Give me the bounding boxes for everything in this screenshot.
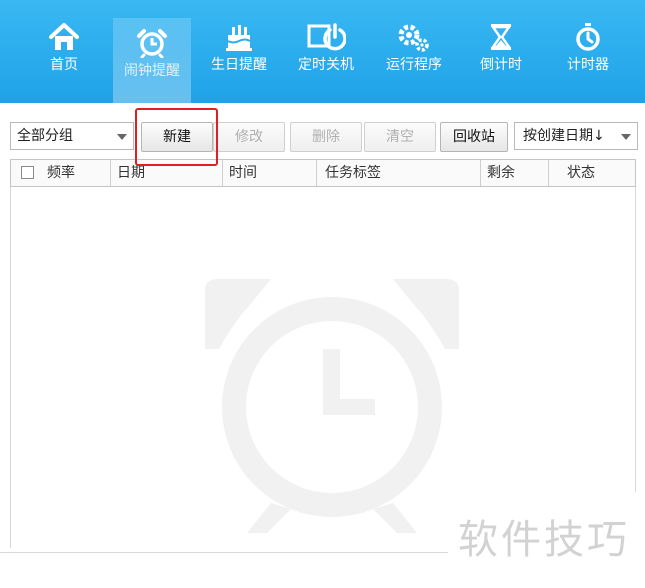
- nav-shutdown[interactable]: 定时关机: [287, 22, 365, 102]
- nav-run-program[interactable]: 运行程序: [375, 22, 453, 102]
- highlight-box-new-button: [135, 108, 218, 166]
- nav-shutdown-label: 定时关机: [298, 57, 354, 73]
- nav-home[interactable]: 首页: [25, 22, 103, 102]
- col-frequency[interactable]: 频率: [11, 160, 111, 186]
- nav-countdown-label: 倒计时: [480, 57, 522, 73]
- nav-countdown[interactable]: 倒计时: [462, 22, 540, 102]
- home-icon: [49, 23, 79, 50]
- nav-timer[interactable]: 计时器: [549, 22, 627, 102]
- delete-button[interactable]: 删除: [290, 122, 362, 152]
- group-select-value: 全部分组: [17, 128, 73, 144]
- col-status[interactable]: 状态: [549, 160, 635, 186]
- alarm-clock-watermark-icon: [205, 279, 459, 533]
- nav-alarm-label: 闹钟提醒: [124, 63, 180, 79]
- nav-run-program-label: 运行程序: [386, 57, 442, 73]
- chevron-down-icon: [117, 134, 127, 140]
- recycle-bin-button[interactable]: 回收站: [440, 122, 508, 152]
- nav-home-label: 首页: [50, 57, 78, 73]
- col-time[interactable]: 时间: [223, 160, 317, 186]
- col-remaining[interactable]: 剩余: [481, 160, 549, 186]
- stopwatch-icon: [576, 23, 600, 51]
- power-icon: [307, 23, 346, 51]
- col-task-label[interactable]: 任务标签: [317, 160, 481, 186]
- alarm-list-panel: 全部分组 新建 修改 删除 清空 回收站 按创建日期↓ 频率 日期 时间 任务标…: [6, 116, 640, 548]
- nav-alarm[interactable]: 闹钟提醒: [113, 18, 191, 103]
- top-nav-bar: 首页 闹钟提醒 生日提醒 定时关机 运行程序 倒计时 计时器: [0, 0, 645, 103]
- clear-button[interactable]: 清空: [364, 122, 436, 152]
- gears-icon: [398, 24, 429, 52]
- chevron-down-icon: [621, 134, 631, 140]
- edit-button[interactable]: 修改: [213, 122, 285, 152]
- birthday-cake-icon: [226, 25, 252, 51]
- nav-birthday[interactable]: 生日提醒: [200, 22, 278, 102]
- hourglass-icon: [490, 24, 512, 50]
- group-select[interactable]: 全部分组: [10, 122, 134, 150]
- sort-select-value: 按创建日期↓: [523, 128, 605, 144]
- nav-timer-label: 计时器: [567, 57, 609, 73]
- table-header: 频率 日期 时间 任务标签 剩余 状态: [10, 159, 636, 187]
- sort-select[interactable]: 按创建日期↓: [514, 122, 638, 150]
- nav-birthday-label: 生日提醒: [211, 57, 267, 73]
- alarm-clock-icon: [137, 29, 167, 58]
- watermark-text: 软件技巧: [448, 492, 645, 588]
